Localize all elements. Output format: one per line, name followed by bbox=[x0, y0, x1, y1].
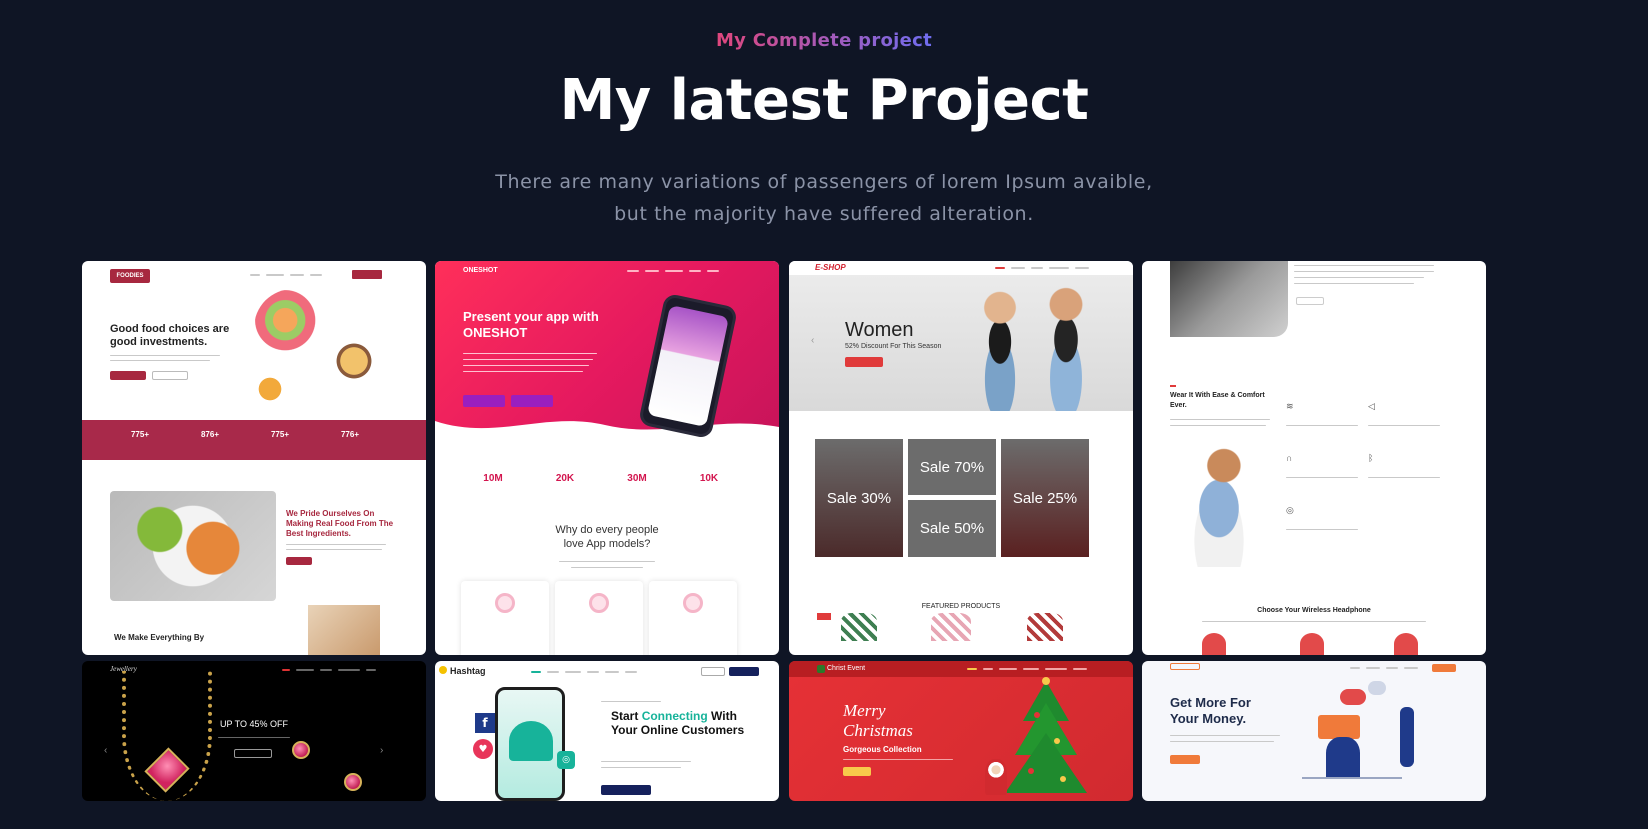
oneshot-stat-4: 10K bbox=[699, 473, 719, 484]
christmas-shop-button[interactable] bbox=[843, 767, 871, 776]
eshop-shop-button[interactable] bbox=[845, 357, 883, 367]
foodies-bottom-title: We Make Everything By bbox=[114, 633, 205, 642]
instagram-icon: ◎ bbox=[557, 751, 575, 769]
sale-tile-4[interactable]: Sale 25% bbox=[1001, 439, 1089, 557]
section-eyebrow: My Complete project bbox=[715, 30, 933, 51]
oneshot-stat-2: 20K bbox=[555, 473, 575, 484]
project-card-christmas[interactable]: Christ Event Merry Christmas Gorgeous Co… bbox=[789, 661, 1133, 801]
oneshot-headline: Present your app with ONESHOT bbox=[463, 309, 599, 340]
eshop-logo: E-SHOP bbox=[815, 263, 846, 272]
project-card-jewellery[interactable]: Jewellery UP TO 45% OFF ‹ › bbox=[82, 661, 426, 801]
jacket-image bbox=[1170, 261, 1288, 337]
feature-card-1 bbox=[461, 581, 549, 655]
eshop-hero-subtitle: 52% Discount For This Season bbox=[845, 343, 942, 350]
eshop-hero-title: Women bbox=[845, 319, 914, 341]
feature-card-2 bbox=[555, 581, 643, 655]
foodies-stat-3: 775+ bbox=[270, 430, 290, 439]
oneshot-section-title: Why do every people love App models? bbox=[555, 524, 659, 550]
foodies-stat-1: 775+ bbox=[130, 430, 150, 439]
headphone-headline: Wear It With Ease & Comfort Ever. bbox=[1170, 392, 1265, 409]
chevron-left-icon[interactable]: ‹ bbox=[104, 745, 107, 756]
finance-headline: Get More For Your Money. bbox=[1170, 695, 1251, 726]
foodies-logo: FOODIES bbox=[110, 269, 150, 283]
project-card-foodies[interactable]: FOODIES Good food choices are good inves… bbox=[82, 261, 426, 655]
christmas-logo: Christ Event bbox=[827, 665, 866, 672]
sale-tile-2[interactable]: Sale 70% bbox=[908, 439, 996, 495]
project-card-oneshot[interactable]: ONESHOT Present your app with ONESHOT 10… bbox=[435, 261, 779, 655]
noise-cancel-icon: ◁ bbox=[1368, 401, 1375, 411]
hashtag-signup-button[interactable] bbox=[729, 667, 759, 676]
headphone-footer-title: Choose Your Wireless Headphone bbox=[1257, 607, 1371, 614]
description-line-2: but the majority have suffered alteratio… bbox=[614, 203, 1034, 225]
oneshot-playstore-button[interactable] bbox=[463, 395, 505, 407]
facebook-icon: f bbox=[475, 713, 495, 733]
hashtag-headline: Start Connecting With Your Online Custom… bbox=[611, 709, 745, 737]
project-card-eshop[interactable]: E-SHOP Women 52% Discount For This Seaso… bbox=[789, 261, 1133, 655]
eshop-featured-title: FEATURED PRODUCTS bbox=[921, 603, 1001, 610]
jewellery-headline: UP TO 45% OFF bbox=[219, 719, 289, 729]
project-card-hashtag[interactable]: Hashtag f ♥ ◎ Start Connecting With Your… bbox=[435, 661, 779, 801]
salad-image bbox=[110, 491, 276, 601]
headphone-icon: ∩ bbox=[1286, 453, 1293, 463]
section-description: There are many variations of passengers … bbox=[424, 166, 1224, 230]
bluetooth-icon: ᛒ bbox=[1368, 453, 1374, 463]
christmas-subheadline: Gorgeous Collection bbox=[843, 745, 922, 754]
oneshot-logo: ONESHOT bbox=[463, 267, 498, 274]
section-title: My latest Project bbox=[559, 68, 1089, 133]
wifi-icon: ≋ bbox=[1286, 401, 1294, 411]
headphone-model-image bbox=[1170, 437, 1268, 567]
foodies-subheadline: We Pride Ourselves On Making Real Food F… bbox=[286, 509, 394, 538]
project-card-headphone[interactable]: Wear It With Ease & Comfort Ever. ≋ ◁ ∩ … bbox=[1142, 261, 1486, 655]
description-line-1: There are many variations of passengers … bbox=[495, 171, 1153, 193]
read-more-button[interactable] bbox=[1296, 297, 1324, 305]
hero-wave bbox=[435, 421, 779, 451]
chevron-right-icon[interactable]: › bbox=[380, 745, 383, 756]
hashtag-logo: Hashtag bbox=[450, 666, 486, 676]
chevron-left-icon[interactable]: ‹ bbox=[811, 335, 814, 346]
christmas-tree-image bbox=[1005, 677, 1087, 793]
foodies-stat-2: 876+ bbox=[200, 430, 220, 439]
foodies-stat-4: 776+ bbox=[340, 430, 360, 439]
project-card-finance[interactable]: Get More For Your Money. bbox=[1142, 661, 1486, 801]
jewellery-shop-button[interactable] bbox=[234, 749, 272, 758]
foodies-learn-button[interactable] bbox=[286, 557, 312, 565]
heart-icon: ♥ bbox=[473, 739, 493, 759]
foodies-order-button[interactable] bbox=[110, 371, 146, 380]
sale-tile-1[interactable]: Sale 30% bbox=[815, 439, 903, 557]
feature-card-3 bbox=[649, 581, 737, 655]
christmas-headline: Merry Christmas bbox=[843, 701, 913, 740]
hashtag-login-button[interactable] bbox=[701, 667, 725, 676]
oneshot-appstore-button[interactable] bbox=[511, 395, 553, 407]
oneshot-stat-3: 30M bbox=[627, 473, 647, 484]
foodies-headline: Good food choices are good investments. bbox=[110, 323, 230, 348]
microphone-icon: ◎ bbox=[1286, 505, 1294, 515]
foodies-menu-button[interactable] bbox=[152, 371, 188, 380]
hashtag-cta-button[interactable] bbox=[601, 785, 651, 795]
finance-get-started-button[interactable] bbox=[1170, 755, 1200, 764]
foodies-stats-band: 775+ 876+ 775+ 776+ bbox=[82, 420, 426, 460]
sale-tile-3[interactable]: Sale 50% bbox=[908, 500, 996, 557]
oneshot-stat-1: 10M bbox=[483, 473, 503, 484]
finance-signin-button[interactable] bbox=[1432, 664, 1456, 672]
